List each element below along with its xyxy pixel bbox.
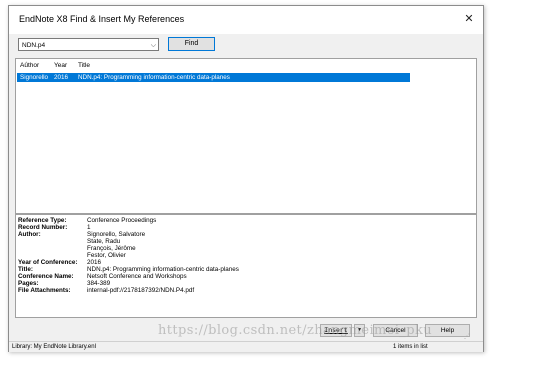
window-title: EndNote X8 Find & Insert My References xyxy=(19,14,185,24)
label-file-attachments: File Attachments: xyxy=(18,287,71,294)
title-bar: EndNote X8 Find & Insert My References ✕ xyxy=(9,6,483,34)
item-count: 1 items in list xyxy=(393,344,428,350)
find-button[interactable]: Find xyxy=(168,37,215,51)
dialog-content: NDN.p4 ⌵ Find ^ Author Year Title Signor… xyxy=(9,34,483,352)
search-value: NDN.p4 xyxy=(22,42,46,49)
column-header-author[interactable]: Author xyxy=(20,62,39,69)
column-header-year[interactable]: Year xyxy=(54,62,67,69)
table-row[interactable]: Signorello 2016 NDN.p4: Programming info… xyxy=(17,73,410,82)
status-bar: Library: My EndNote Library.enl 1 items … xyxy=(9,341,483,352)
search-input[interactable]: NDN.p4 ⌵ xyxy=(18,38,159,51)
row-year: 2016 xyxy=(54,74,69,81)
label-author: Author: xyxy=(18,231,41,238)
results-header: ^ Author Year Title xyxy=(16,59,476,71)
library-name: Library: My EndNote Library.enl xyxy=(12,344,96,350)
value-reference-type: Conference Proceedings xyxy=(87,217,157,224)
find-insert-dialog: EndNote X8 Find & Insert My References ✕… xyxy=(8,5,484,352)
reference-details-pane: Reference Type: Conference Proceedings R… xyxy=(15,214,477,318)
row-author: Signorello xyxy=(20,74,49,81)
value-file-attachments: internal-pdf://2178187392/NDN.P4.pdf xyxy=(87,287,195,294)
row-title: NDN.p4: Programming information-centric … xyxy=(78,74,230,81)
close-icon[interactable]: ✕ xyxy=(461,11,477,27)
resize-grip-icon[interactable]: ⋰ xyxy=(464,333,470,340)
chevron-down-icon[interactable]: ⌵ xyxy=(151,39,156,52)
results-list[interactable]: ^ Author Year Title Signorello 2016 NDN.… xyxy=(15,58,477,214)
column-header-title[interactable]: Title xyxy=(78,62,90,69)
watermark-text: https://blog.csdn.net/zhangmeimei_pku xyxy=(158,323,433,338)
